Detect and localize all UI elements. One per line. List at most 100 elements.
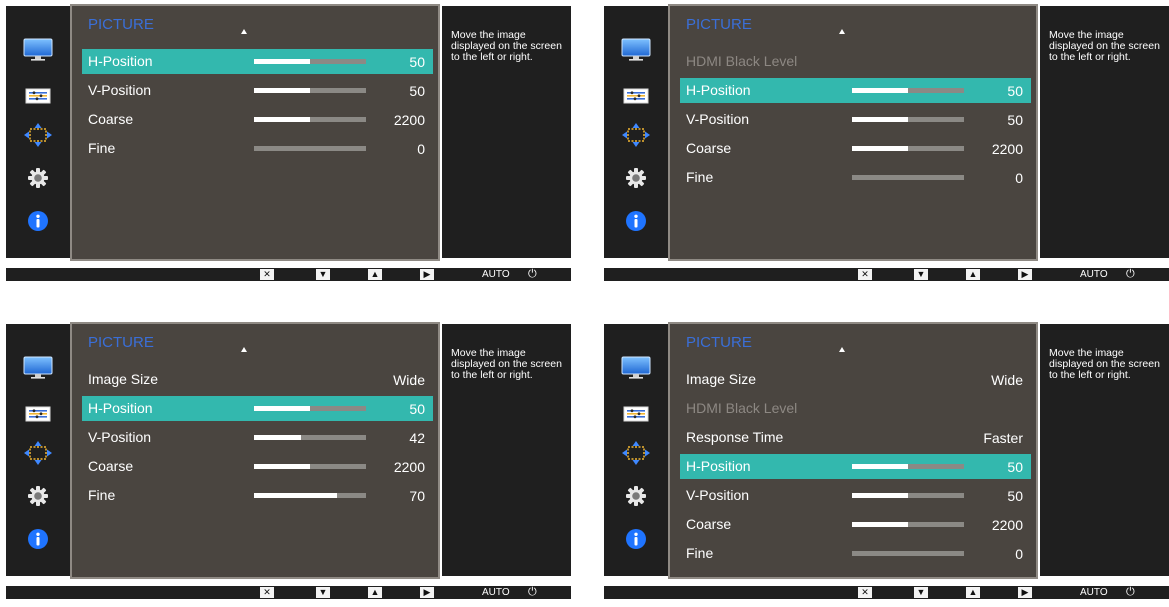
icon-rail [604, 6, 668, 258]
menu-panel: PICTURE Image Size Wide H-Position 50 V-Posit… [70, 322, 440, 579]
power-button[interactable]: ⏻ [528, 586, 537, 598]
info-icon[interactable] [621, 527, 651, 551]
slider-fill [254, 435, 302, 440]
slider-track[interactable] [852, 88, 964, 93]
menu-item-value: 50 [409, 401, 425, 417]
menu-title: PICTURE [88, 16, 154, 33]
menu-item[interactable]: Coarse 2200 [680, 136, 1031, 161]
menu-item[interactable]: V-Position 50 [82, 78, 433, 103]
up-button[interactable]: ▲ [966, 269, 980, 280]
gear-icon[interactable] [621, 166, 651, 190]
down-button[interactable]: ▼ [914, 269, 928, 280]
slider-fill [254, 493, 337, 498]
scroll-up-indicator-icon [839, 29, 845, 34]
color-settings-icon[interactable] [621, 84, 651, 108]
menu-item[interactable]: H-Position 50 [680, 78, 1031, 103]
enter-button[interactable]: ▶ [420, 269, 434, 280]
menu-item[interactable]: HDMI Black Level [680, 49, 1031, 74]
position-arrows-icon[interactable] [621, 441, 651, 465]
menu-item[interactable]: Image Size Wide [680, 367, 1031, 392]
monitor-icon[interactable] [23, 355, 53, 379]
slider-fill [852, 464, 908, 469]
slider-fill [852, 88, 908, 93]
color-settings-icon[interactable] [23, 402, 53, 426]
monitor-icon[interactable] [621, 37, 651, 61]
menu-item-value: 50 [409, 54, 425, 70]
slider-track[interactable] [254, 464, 366, 469]
up-button[interactable]: ▲ [368, 269, 382, 280]
menu-item[interactable]: Fine 0 [680, 165, 1031, 190]
osd-body: PICTURE H-Position 50 V-Position 50 Coarse 220… [6, 4, 571, 261]
slider-track[interactable] [254, 493, 366, 498]
position-arrows-icon[interactable] [621, 123, 651, 147]
menu-item-label: Image Size [88, 371, 159, 387]
menu-item[interactable]: Image Size Wide [82, 367, 433, 392]
bottom-button-bar: ✕ ▼ ▲ ▶ AUTO ⏻ [6, 268, 571, 281]
slider-track[interactable] [852, 146, 964, 151]
slider-track[interactable] [254, 146, 366, 151]
menu-item[interactable]: Fine 0 [82, 136, 433, 161]
menu-item-value: 50 [1007, 83, 1023, 99]
menu-item-label: V-Position [88, 82, 152, 98]
scroll-up-indicator-icon [241, 347, 247, 352]
menu-item[interactable]: H-Position 50 [82, 396, 433, 421]
monitor-icon[interactable] [23, 37, 53, 61]
gear-icon[interactable] [23, 484, 53, 508]
menu-item-value: 50 [409, 83, 425, 99]
menu-item-label: H-Position [88, 53, 153, 69]
slider-track[interactable] [852, 522, 964, 527]
menu-item[interactable]: V-Position 42 [82, 425, 433, 450]
slider-track[interactable] [254, 435, 366, 440]
info-icon[interactable] [23, 527, 53, 551]
slider-track[interactable] [852, 117, 964, 122]
help-panel: Move the image displayed on the screen t… [442, 6, 571, 258]
slider-track[interactable] [852, 493, 964, 498]
menu-title: PICTURE [88, 334, 154, 351]
menu-item[interactable]: Response Time Faster [680, 425, 1031, 450]
menu-item[interactable]: Coarse 2200 [680, 512, 1031, 537]
slider-track[interactable] [254, 59, 366, 64]
menu-item[interactable]: H-Position 50 [680, 454, 1031, 479]
gear-icon[interactable] [23, 166, 53, 190]
auto-button[interactable]: AUTO [1080, 269, 1108, 280]
menu-item[interactable]: Fine 0 [680, 541, 1031, 566]
slider-track[interactable] [852, 464, 964, 469]
close-button[interactable]: ✕ [858, 269, 872, 280]
info-icon[interactable] [621, 209, 651, 233]
osd-window: PICTURE HDMI Black Level H-Position 50 V-Pos… [604, 4, 1169, 289]
down-button[interactable]: ▼ [316, 269, 330, 280]
slider-fill [852, 522, 908, 527]
menu-panel: PICTURE HDMI Black Level H-Position 50 V-Pos… [668, 4, 1038, 261]
slider-track[interactable] [254, 117, 366, 122]
info-icon[interactable] [23, 209, 53, 233]
color-settings-icon[interactable] [23, 84, 53, 108]
slider-track[interactable] [254, 88, 366, 93]
enter-button[interactable]: ▶ [1018, 269, 1032, 280]
power-button[interactable]: ⏻ [1126, 586, 1135, 598]
gear-icon[interactable] [621, 484, 651, 508]
power-button[interactable]: ⏻ [1126, 268, 1135, 280]
menu-item[interactable]: H-Position 50 [82, 49, 433, 74]
menu-item[interactable]: Fine 70 [82, 483, 433, 508]
menu-item[interactable]: Coarse 2200 [82, 107, 433, 132]
slider-track[interactable] [852, 551, 964, 556]
menu-panel: PICTURE Image Size Wide HDMI Black Level Res… [668, 322, 1038, 579]
slider-track[interactable] [852, 175, 964, 180]
menu-item[interactable]: Coarse 2200 [82, 454, 433, 479]
monitor-icon[interactable] [621, 355, 651, 379]
auto-button[interactable]: AUTO [482, 269, 510, 280]
menu-panel: PICTURE H-Position 50 V-Position 50 Coarse 220… [70, 4, 440, 261]
menu-item[interactable]: HDMI Black Level [680, 396, 1031, 421]
slider-track[interactable] [254, 406, 366, 411]
help-text: Move the image displayed on the screen t… [1049, 29, 1160, 63]
menu-item-value: Wide [393, 372, 425, 388]
menu-item[interactable]: V-Position 50 [680, 483, 1031, 508]
color-settings-icon[interactable] [621, 402, 651, 426]
power-button[interactable]: ⏻ [528, 268, 537, 280]
menu-item-label: Response Time [686, 429, 784, 445]
position-arrows-icon[interactable] [23, 123, 53, 147]
position-arrows-icon[interactable] [23, 441, 53, 465]
close-button[interactable]: ✕ [260, 269, 274, 280]
menu-item[interactable]: V-Position 50 [680, 107, 1031, 132]
scroll-up-indicator-icon [839, 347, 845, 352]
